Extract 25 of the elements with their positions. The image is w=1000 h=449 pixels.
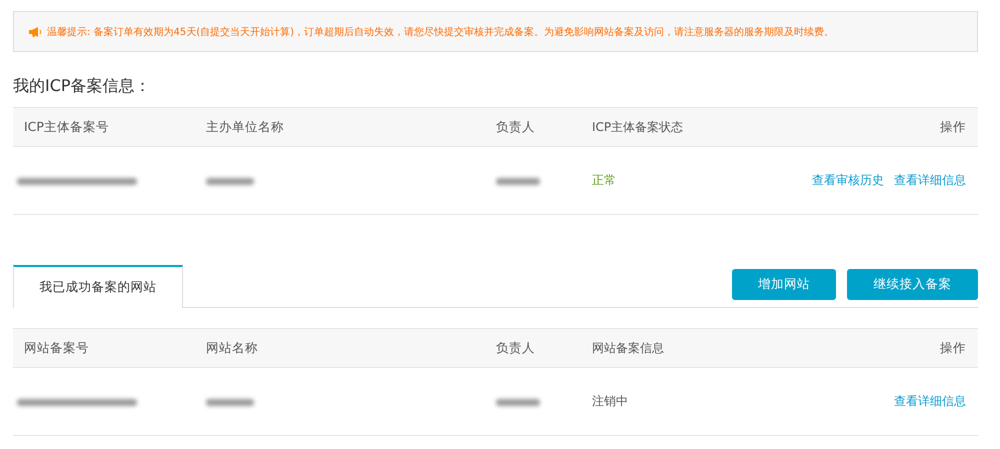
tab[interactable]: 我已成功备案的网站 — [13, 265, 183, 308]
column-header: ICP主体备案状态 — [592, 118, 684, 136]
column-header: 操作 — [939, 340, 967, 356]
megaphone-icon — [28, 26, 43, 38]
column-header: 网站备案信息 — [592, 340, 664, 356]
action-link[interactable]: 查看详细信息 — [894, 172, 966, 189]
column-header: 操作 — [939, 118, 967, 136]
blurred-text — [206, 178, 254, 186]
column-header: 负责人 — [496, 340, 536, 356]
column-header: 主办单位名称 — [206, 118, 285, 136]
action-button[interactable]: 增加网站 — [732, 269, 836, 300]
column-header: 网站名称 — [206, 340, 259, 356]
blurred-text — [496, 178, 540, 186]
notice-text: 温馨提示: 备案订单有效期为45天(自提交当天开始计算)，订单超期后自动失效，请您尽快提交审核并完成备案。为避免影响网站备案及访问，请注意服务器的服务期限及时续费。 — [47, 26, 834, 38]
column-header: ICP主体备案号 — [23, 118, 110, 136]
blurred-text — [206, 399, 254, 406]
status-text: 注销中 — [592, 393, 628, 410]
section-title: 我的ICP备案信息： — [13, 76, 152, 97]
action-button[interactable]: 继续接入备案 — [847, 269, 978, 300]
column-header: 网站备案号 — [23, 340, 90, 356]
action-link[interactable]: 查看审核历史 — [812, 172, 884, 189]
column-header: 负责人 — [496, 118, 536, 136]
blurred-text — [496, 399, 540, 406]
status-text: 正常 — [592, 172, 616, 189]
action-link[interactable]: 查看详细信息 — [894, 393, 966, 410]
